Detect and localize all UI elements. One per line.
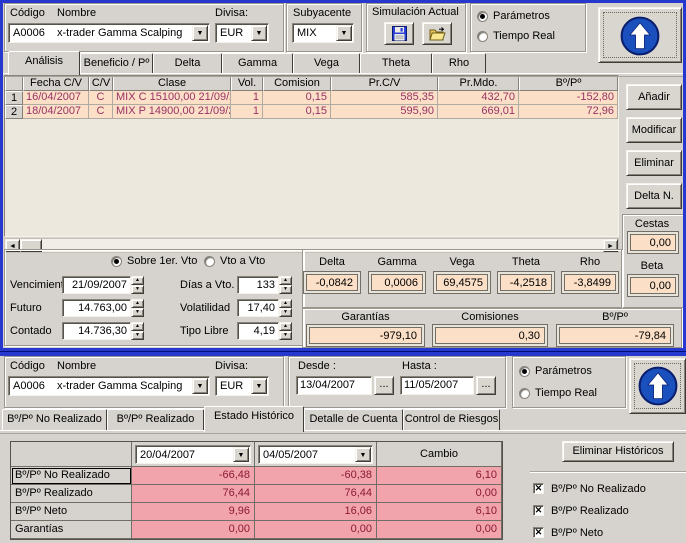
eliminar-historicos-button[interactable]: Eliminar Históricos (562, 441, 674, 462)
top-panel-frame (0, 0, 686, 351)
row-label[interactable]: Garantías (11, 521, 132, 539)
tab-bp-realizado[interactable]: Bº/Pº Realizado (107, 409, 204, 431)
nombre-label: Nombre (57, 360, 96, 372)
row-value-1[interactable]: 9,96 (132, 503, 255, 521)
tab-bp-no-realizado[interactable]: Bº/Pº No Realizado (2, 409, 107, 431)
desde-label: Desde : (298, 360, 336, 372)
historic-table: 20/04/2007 04/05/2007 Cambio Bº/Pº No Re… (10, 441, 503, 540)
tab-strip-line (0, 430, 686, 434)
divisa-value: EUR (220, 380, 243, 392)
focus-rectangle (634, 363, 681, 409)
tiempo-real-radio-bottom[interactable] (519, 388, 530, 399)
tab-detalle-cuenta[interactable]: Detalle de Cuenta (304, 409, 403, 431)
row-cambio[interactable]: 0,00 (377, 485, 502, 503)
tiempo-real-radio-label: Tiempo Real (535, 387, 597, 399)
bp-realizado-checkbox-label: Bº/Pº Realizado (551, 505, 629, 517)
historic-header-row: 20/04/2007 04/05/2007 Cambio (11, 442, 502, 467)
codigo-value: A0006 (13, 380, 45, 392)
chevron-down-icon[interactable] (192, 378, 208, 394)
date2-header: 04/05/2007 (255, 442, 377, 467)
separator-line (530, 471, 686, 473)
row-value-1[interactable]: 0,00 (132, 521, 255, 539)
row-value-2[interactable]: 0,00 (255, 521, 377, 539)
chevron-down-icon[interactable] (251, 378, 267, 394)
bp-neto-checkbox[interactable] (533, 527, 544, 538)
historic-row[interactable]: Bº/Pº No Realizado -66,48 -60,38 6,10 (11, 467, 502, 485)
bp-neto-checkbox-label: Bº/Pº Neto (551, 527, 603, 539)
chevron-down-icon[interactable] (355, 447, 371, 462)
row-value-1[interactable]: 76,44 (132, 485, 255, 503)
tab-estado-historico[interactable]: Estado Histórico (204, 406, 304, 432)
codigo-label: Código (10, 360, 45, 372)
historic-row[interactable]: Garantías 0,00 0,00 0,00 (11, 521, 502, 539)
row-label[interactable]: Bº/Pº Realizado (11, 485, 132, 503)
row-cambio[interactable]: 6,10 (377, 467, 502, 485)
cambio-header: Cambio (377, 442, 502, 467)
desde-browse-button[interactable]: ... (374, 376, 394, 395)
date2-combobox[interactable]: 04/05/2007 (258, 445, 373, 464)
run-historic-button[interactable] (629, 358, 686, 414)
row-value-2[interactable]: 76,44 (255, 485, 377, 503)
tab-strip-line (3, 73, 683, 77)
instrument-combobox-bottom[interactable]: A0006 x-trader Gamma Scalping (8, 376, 210, 396)
mode-group-bottom (512, 356, 626, 408)
divisa-label: Divisa: (215, 360, 248, 372)
historic-row[interactable]: Bº/Pº Neto 9,96 16,06 6,10 (11, 503, 502, 521)
parametros-radio-label: Parámetros (535, 365, 592, 377)
hasta-field[interactable]: 11/05/2007 (400, 376, 474, 395)
hasta-label: Hasta : (402, 360, 437, 372)
date1-header: 20/04/2007 (132, 442, 255, 467)
desde-field[interactable]: 13/04/2007 (296, 376, 372, 395)
row-value-2[interactable]: 16,06 (255, 503, 377, 521)
row-cambio[interactable]: 0,00 (377, 521, 502, 539)
row-value-1[interactable]: -66,48 (132, 467, 255, 485)
row-cambio[interactable]: 6,10 (377, 503, 502, 521)
row-label[interactable]: Bº/Pº Neto (11, 503, 132, 521)
date1-combobox[interactable]: 20/04/2007 (135, 445, 251, 464)
bp-no-realizado-checkbox[interactable] (533, 483, 544, 494)
nombre-value: x-trader Gamma Scalping (57, 380, 182, 392)
historic-row[interactable]: Bº/Pº Realizado 76,44 76,44 0,00 (11, 485, 502, 503)
divisa-combobox-bottom[interactable]: EUR (215, 376, 269, 396)
row-value-2[interactable]: -60,38 (255, 467, 377, 485)
tab-control-riesgos[interactable]: Control de Riesgos (403, 409, 500, 431)
parametros-radio-bottom[interactable] (519, 366, 530, 377)
historic-blank-header (11, 442, 132, 467)
chevron-down-icon[interactable] (233, 447, 249, 462)
row-label[interactable]: Bº/Pº No Realizado (11, 467, 132, 485)
tab-analisis[interactable]: Análisis (8, 51, 80, 75)
hasta-browse-button[interactable]: ... (476, 376, 496, 395)
bp-realizado-checkbox[interactable] (533, 505, 544, 516)
bp-no-realizado-checkbox-label: Bº/Pº No Realizado (551, 483, 646, 495)
trading-simulator-window: Código Nombre A0006 x-trader Gamma Scalp… (0, 0, 686, 543)
